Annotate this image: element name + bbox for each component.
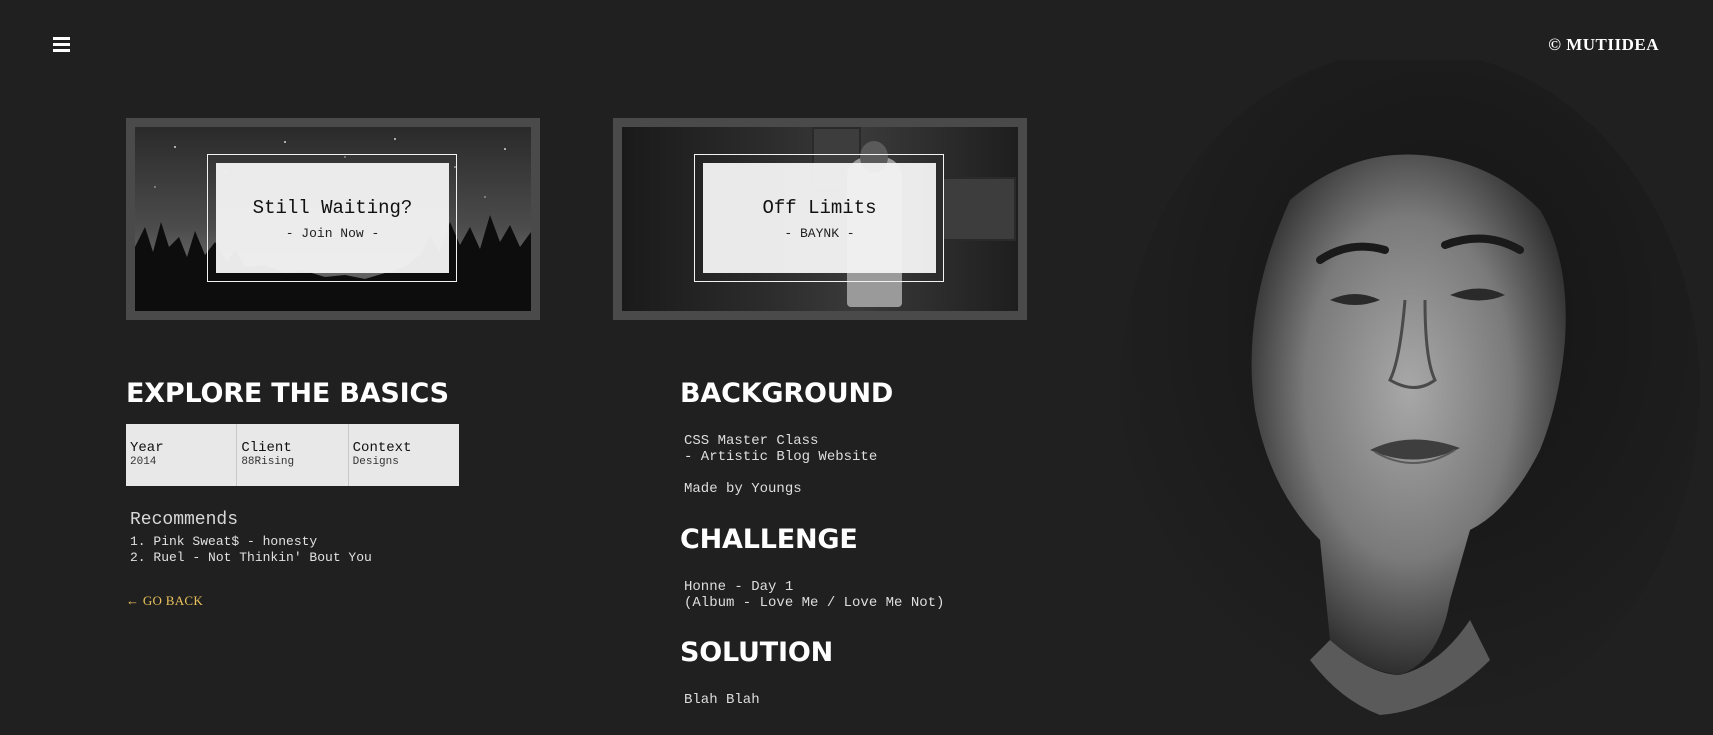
info-key: Client <box>241 440 292 456</box>
solution-line: Blah Blah <box>684 692 760 708</box>
solution-title: SOLUTION <box>680 637 833 668</box>
info-table: Year 2014 Client 88Rising Context Design… <box>126 424 459 486</box>
info-cell-context: Context Designs <box>349 424 459 486</box>
card-title: Off Limits <box>762 197 877 219</box>
card-subtitle: - Join Now - <box>285 226 380 241</box>
portrait-photo <box>1120 60 1700 730</box>
background-title: BACKGROUND <box>680 378 894 409</box>
card-subtitle: - BAYNK - <box>784 226 855 241</box>
info-cell-client: Client 88Rising <box>237 424 349 486</box>
info-key: Year <box>130 440 164 456</box>
card-still-waiting[interactable]: Still Waiting? - Join Now - <box>126 118 540 320</box>
solution-body: Blah Blah <box>680 692 760 708</box>
hamburger-icon <box>53 37 70 40</box>
made-by: Made by Youngs <box>684 481 802 497</box>
card-off-limits[interactable]: Off Limits - BAYNK - <box>613 118 1027 320</box>
background-body: CSS Master Class - Artistic Blog Website… <box>680 433 877 497</box>
go-back-link[interactable]: ← GO BACK <box>126 593 203 609</box>
explore-title: EXPLORE THE BASICS <box>126 378 449 409</box>
challenge-body: Honne - Day 1 (Album - Love Me / Love Me… <box>680 579 944 611</box>
challenge-line: (Album - Love Me / Love Me Not) <box>684 595 945 611</box>
info-key: Context <box>352 440 412 456</box>
recommends: Recommends 1. Pink Sweat$ - honesty 2. R… <box>130 510 372 566</box>
background-line: - Artistic Blog Website <box>684 449 878 465</box>
card-title: Still Waiting? <box>252 197 413 219</box>
hamburger-icon-bar <box>53 49 70 52</box>
recommends-title: Recommends <box>130 510 239 530</box>
recommend-item: 1. Pink Sweat$ - honesty <box>130 534 318 549</box>
recommend-item: 2. Ruel - Not Thinkin' Bout You <box>130 550 372 565</box>
logo[interactable]: © MUTIIDEA <box>1548 35 1659 55</box>
card-label: Still Waiting? - Join Now - <box>216 163 449 273</box>
hamburger-icon-bar <box>53 43 70 46</box>
menu-button[interactable] <box>53 37 70 53</box>
card-label: Off Limits - BAYNK - <box>703 163 936 273</box>
info-value: Designs <box>352 456 399 468</box>
challenge-line: Honne - Day 1 <box>684 579 794 595</box>
info-value: 88Rising <box>241 456 295 468</box>
info-value: 2014 <box>130 456 157 468</box>
info-cell-year: Year 2014 <box>126 424 238 486</box>
background-line: CSS Master Class <box>684 433 819 449</box>
challenge-title: CHALLENGE <box>680 524 858 555</box>
